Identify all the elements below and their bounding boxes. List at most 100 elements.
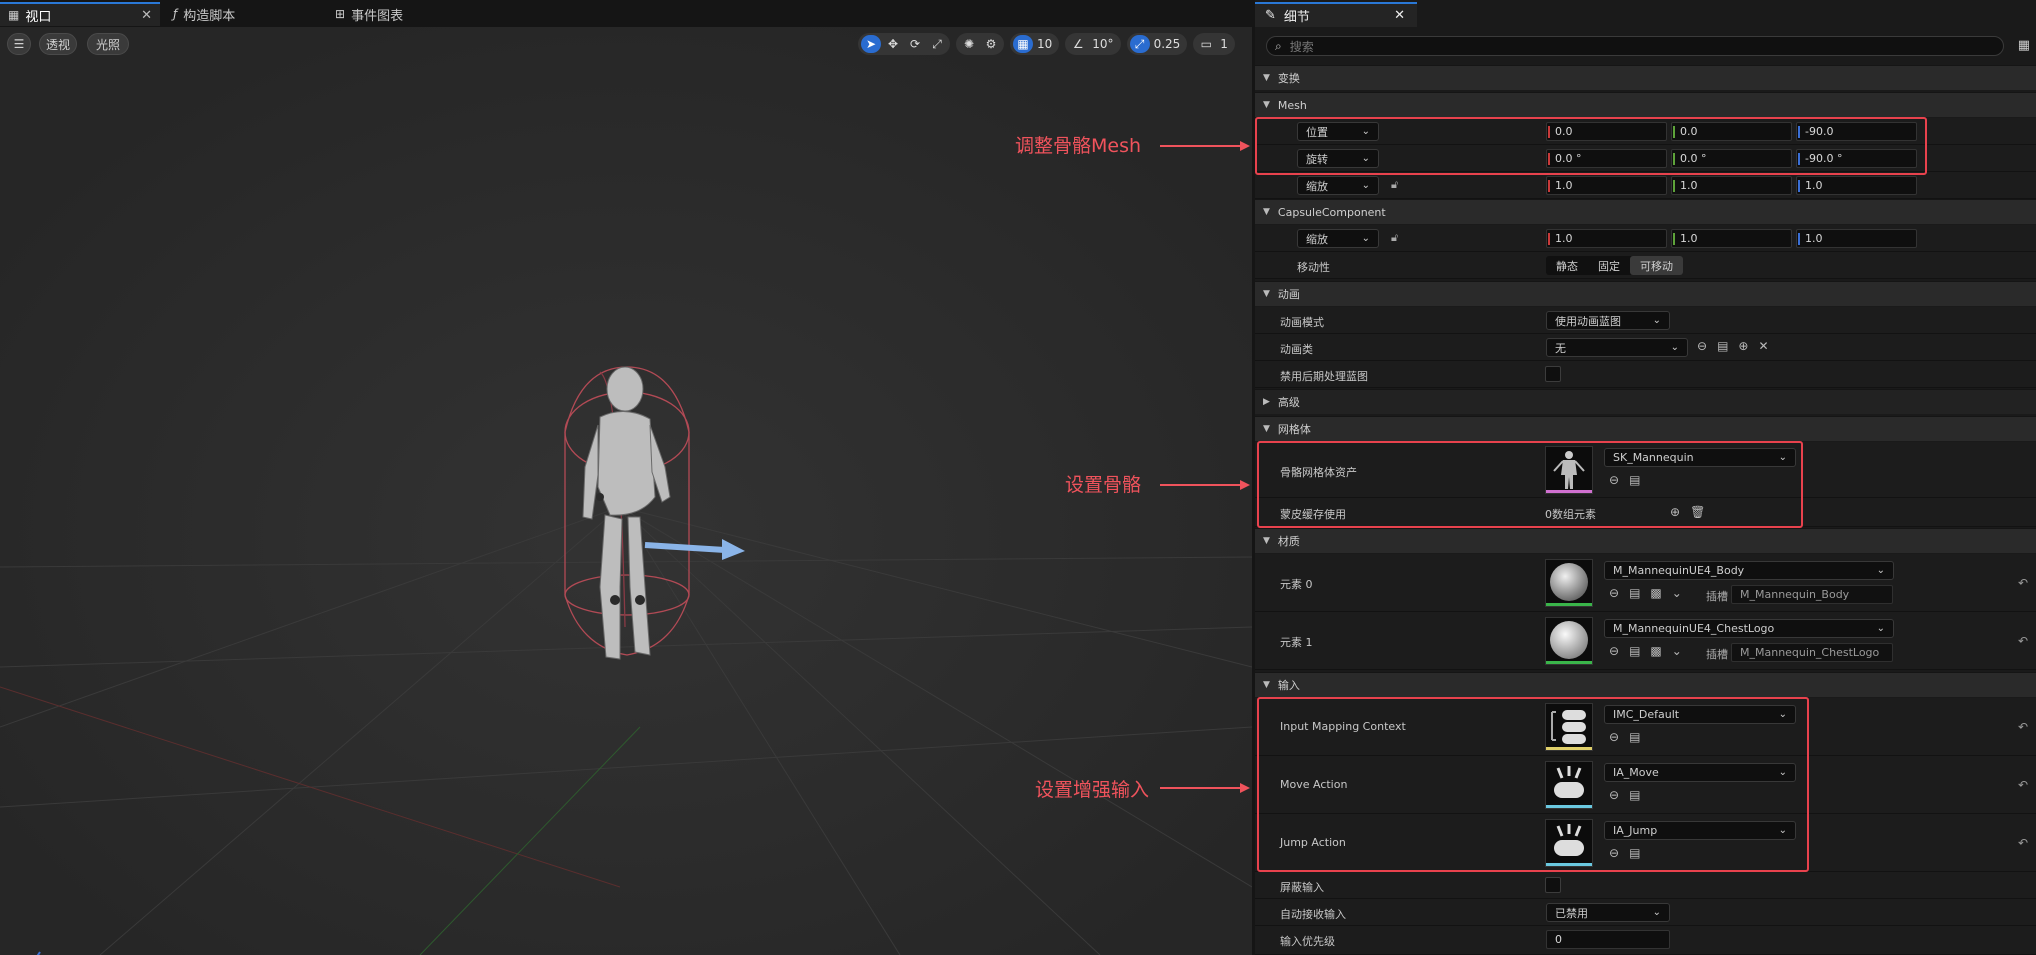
- surface-snap-icon[interactable]: ⚙: [981, 35, 1001, 53]
- capsule-scale-z-field[interactable]: 1.0: [1796, 229, 1917, 248]
- auto-receive-input-dropdown[interactable]: 已禁用 ⌄: [1546, 903, 1670, 922]
- scale-snap-group[interactable]: ⤢ 0.25: [1126, 33, 1188, 55]
- capsule-scale-y-field[interactable]: 1.0: [1671, 229, 1792, 248]
- grid-snap-icon[interactable]: ▦: [1013, 35, 1033, 53]
- category-mesh[interactable]: ▼ Mesh: [1255, 92, 2036, 117]
- category-animation[interactable]: ▼ 动画: [1255, 281, 2036, 306]
- scale-y-field[interactable]: 1.0: [1671, 176, 1792, 195]
- reset-arrow-icon[interactable]: ↶: [2018, 720, 2028, 734]
- function-icon: ƒ: [173, 7, 178, 21]
- animation-class-value: 无: [1555, 341, 1566, 355]
- grid-snap-value[interactable]: 10: [1035, 37, 1056, 51]
- category-advanced[interactable]: ▶ 高级: [1255, 389, 2036, 414]
- category-mesh-group[interactable]: ▼ 网格体: [1255, 416, 2036, 441]
- tab-construction-script[interactable]: ƒ 构造脚本: [165, 2, 325, 26]
- material-sphere-icon: [1550, 621, 1588, 659]
- close-icon[interactable]: ✕: [141, 8, 152, 23]
- checker-icon[interactable]: ▩: [1650, 644, 1661, 658]
- angle-snap-icon[interactable]: ∠: [1068, 35, 1088, 53]
- mobility-stationary-option[interactable]: 固定: [1588, 256, 1630, 275]
- material-slot-field[interactable]: M_Mannequin_ChestLogo: [1731, 643, 1893, 662]
- scale-z-field[interactable]: 1.0: [1796, 176, 1917, 195]
- highlight-skeletal-mesh: [1257, 441, 1803, 528]
- clear-icon[interactable]: ✕: [1758, 339, 1768, 353]
- select-icon[interactable]: ➤: [861, 35, 881, 53]
- tab-viewport[interactable]: ▦ 视口 ✕: [0, 2, 160, 26]
- animation-class-dropdown[interactable]: 无 ⌄: [1546, 338, 1688, 357]
- browse-icon[interactable]: ▤: [1629, 586, 1640, 600]
- category-capsule[interactable]: ▼ CapsuleComponent: [1255, 199, 2036, 224]
- lit-button[interactable]: 光照: [87, 33, 129, 55]
- scale-mode-dropdown[interactable]: 缩放 ⌄: [1297, 176, 1379, 195]
- capsule-scale-row: 缩放 ⌄ 🔓︎ 1.0 1.0 1.0: [1255, 225, 2036, 252]
- scale-icon[interactable]: ⤢: [927, 35, 947, 53]
- tab-viewport-label: 视口: [25, 9, 52, 25]
- tab-details[interactable]: ✎ 细节 ✕: [1255, 2, 1417, 27]
- collapse-arrow-icon: ▼: [1263, 207, 1270, 217]
- chevron-down-icon[interactable]: ⌄: [1672, 644, 1682, 658]
- reset-arrow-icon[interactable]: ↶: [2018, 634, 2028, 648]
- material-type-bar: [1546, 661, 1592, 664]
- view-options-icon[interactable]: ▦: [2018, 38, 2030, 53]
- mobility-static-option[interactable]: 静态: [1546, 256, 1588, 275]
- space-tools: ✺ ⚙: [956, 33, 1004, 55]
- lock-icon[interactable]: 🔓︎: [1391, 178, 1398, 192]
- scale-x-field[interactable]: 1.0: [1546, 176, 1667, 195]
- mobility-movable-option[interactable]: 可移动: [1630, 256, 1683, 275]
- checker-icon[interactable]: ▩: [1650, 586, 1661, 600]
- collapse-arrow-icon: ▼: [1263, 424, 1270, 434]
- rotate-icon[interactable]: ⟳: [905, 35, 925, 53]
- camera-speed-value[interactable]: 1: [1218, 37, 1232, 51]
- material-thumbnail[interactable]: [1545, 559, 1593, 607]
- browse-icon[interactable]: ▤: [1717, 339, 1728, 353]
- material-dropdown[interactable]: M_MannequinUE4_Body ⌄: [1604, 561, 1894, 580]
- rotation-snap-group[interactable]: ∠ 10°: [1065, 33, 1121, 55]
- block-input-checkbox[interactable]: [1545, 877, 1561, 893]
- chevron-down-icon[interactable]: ⌄: [1672, 586, 1682, 600]
- world-space-icon[interactable]: ✺: [959, 35, 979, 53]
- chevron-down-icon: ⌄: [1670, 342, 1679, 353]
- close-icon[interactable]: ✕: [1394, 8, 1405, 23]
- capsule-scale-x-field[interactable]: 1.0: [1546, 229, 1667, 248]
- material-actions: ⊖ ▤ ▩ ⌄: [1609, 644, 1682, 658]
- collapse-arrow-icon: ▼: [1263, 536, 1270, 546]
- reset-arrow-icon[interactable]: ↶: [2018, 778, 2028, 792]
- browse-icon[interactable]: ▤: [1629, 644, 1640, 658]
- category-mesh-label: Mesh: [1277, 98, 1307, 112]
- scale-snap-value[interactable]: 0.25: [1152, 37, 1185, 51]
- details-search-input[interactable]: ⌕ 搜索: [1266, 36, 2004, 56]
- tab-details-label: 细节: [1283, 10, 1310, 25]
- capsule-scale-dropdown[interactable]: 缩放 ⌄: [1297, 229, 1379, 248]
- search-icon: ⌕: [1275, 38, 1282, 53]
- disable-post-process-checkbox[interactable]: [1545, 366, 1561, 382]
- grid-snap-group[interactable]: ▦ 10: [1010, 33, 1060, 55]
- move-icon[interactable]: ✥: [883, 35, 903, 53]
- reset-arrow-icon[interactable]: ↶: [2018, 576, 2028, 590]
- category-input[interactable]: ▼ 输入: [1255, 672, 2036, 697]
- material-thumbnail[interactable]: [1545, 617, 1593, 665]
- use-selected-icon[interactable]: ⊖: [1697, 339, 1707, 353]
- reset-arrow-icon[interactable]: ↶: [2018, 836, 2028, 850]
- input-priority-field[interactable]: 0: [1546, 930, 1670, 949]
- material-type-bar: [1546, 603, 1592, 606]
- material-slot-field[interactable]: M_Mannequin_Body: [1731, 585, 1893, 604]
- category-advanced-label: 高级: [1277, 396, 1300, 409]
- camera-icon[interactable]: ▭: [1196, 35, 1216, 53]
- camera-speed-group[interactable]: ▭ 1: [1193, 33, 1235, 55]
- use-selected-icon[interactable]: ⊖: [1609, 586, 1619, 600]
- scale-snap-icon[interactable]: ⤢: [1129, 35, 1150, 53]
- tab-event-graph[interactable]: ⊞ 事件图表: [327, 2, 487, 26]
- viewport-menu-button[interactable]: ☰: [7, 33, 31, 55]
- lock-icon[interactable]: 🔓︎: [1391, 231, 1398, 245]
- add-icon[interactable]: ⊕: [1738, 339, 1748, 353]
- use-selected-icon[interactable]: ⊖: [1609, 644, 1619, 658]
- category-transform[interactable]: ▼ 变换: [1255, 65, 2036, 90]
- material-actions: ⊖ ▤ ▩ ⌄: [1609, 586, 1682, 600]
- highlight-enhanced-input: [1257, 697, 1809, 872]
- category-materials[interactable]: ▼ 材质: [1255, 528, 2036, 553]
- animation-mode-dropdown[interactable]: 使用动画蓝图 ⌄: [1546, 311, 1670, 330]
- perspective-button[interactable]: 透视: [39, 33, 77, 55]
- mobility-row: 移动性 静态 固定 可移动: [1255, 252, 2036, 279]
- material-dropdown[interactable]: M_MannequinUE4_ChestLogo ⌄: [1604, 619, 1894, 638]
- rotation-snap-value[interactable]: 10°: [1090, 37, 1117, 51]
